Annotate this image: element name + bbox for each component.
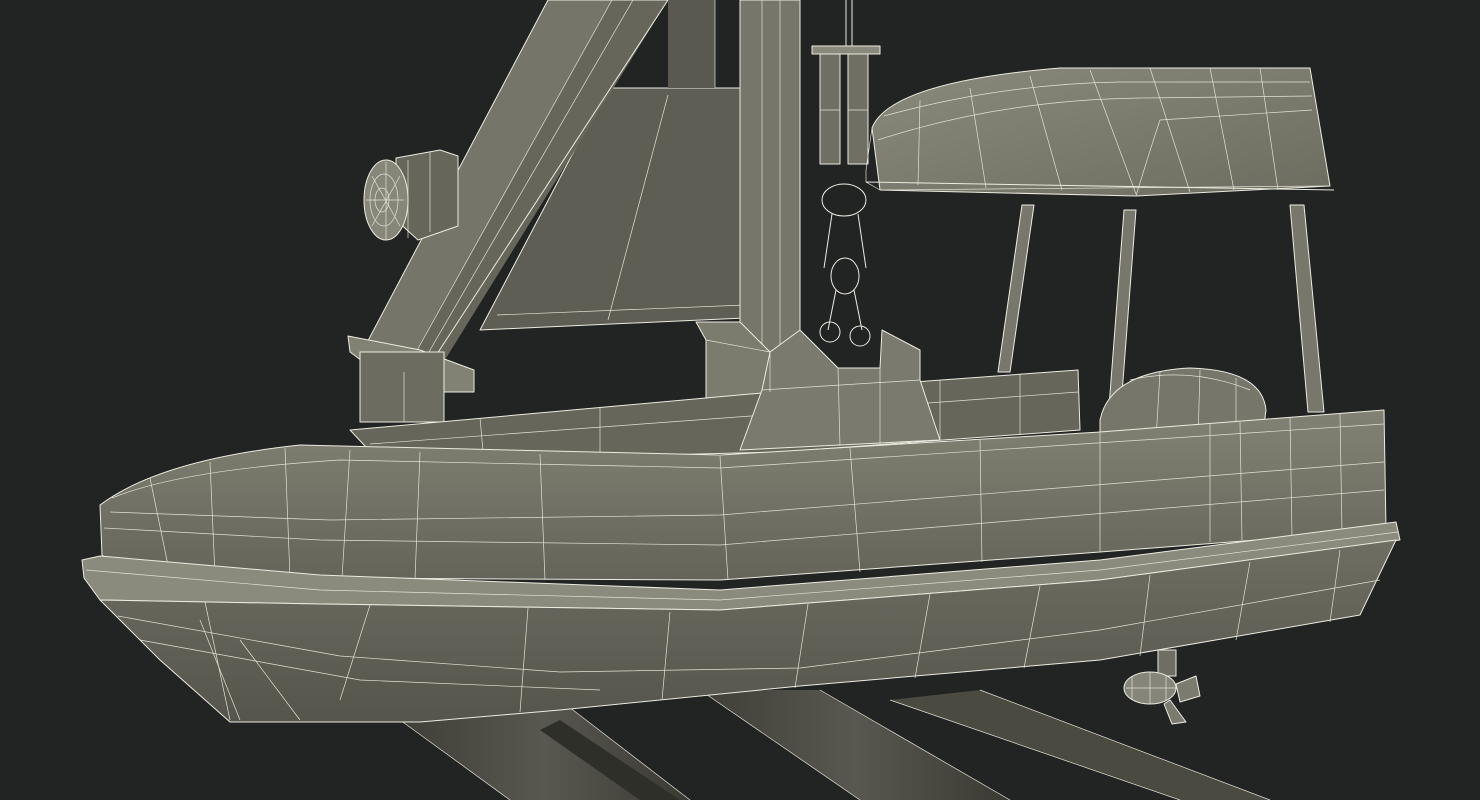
boat-davit-wireframe-render xyxy=(81,0,1401,800)
hoist-hook xyxy=(811,0,881,347)
canopy-roof xyxy=(865,67,1335,197)
winch-drum xyxy=(363,149,459,241)
propeller xyxy=(1123,649,1201,725)
render-viewport xyxy=(0,0,1480,800)
